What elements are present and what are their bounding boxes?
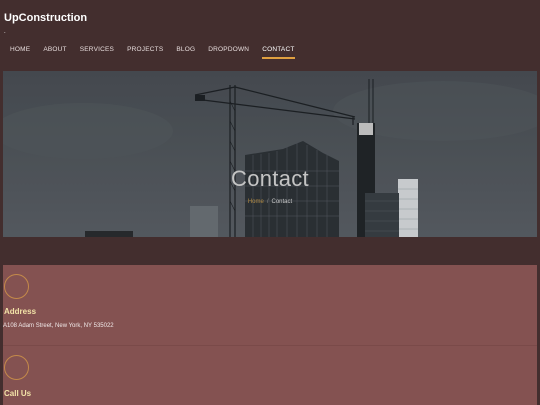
address-title: Address bbox=[4, 307, 37, 316]
site-logo[interactable]: UpConstruction bbox=[4, 12, 87, 24]
map-icon bbox=[4, 274, 29, 299]
nav-home[interactable]: HOME bbox=[10, 46, 30, 58]
nav-projects[interactable]: PROJECTS bbox=[127, 46, 163, 58]
address-text: A108 Adam Street, New York, NY 535022 bbox=[3, 323, 114, 329]
breadcrumb-current: Contact bbox=[271, 199, 293, 205]
address-card: Address A108 Adam Street, New York, NY 5… bbox=[3, 265, 537, 345]
nav-blog[interactable]: BLOG bbox=[176, 46, 195, 58]
phone-icon bbox=[4, 355, 29, 380]
breadcrumb-separator: / bbox=[266, 199, 269, 205]
main-nav: HOME ABOUT SERVICES PROJECTS BLOG DROPDO… bbox=[10, 46, 308, 59]
call-card: Call Us bbox=[3, 345, 537, 405]
breadcrumb: Home / Contact bbox=[3, 199, 537, 205]
construction-skyline-image bbox=[3, 71, 537, 237]
breadcrumb-home[interactable]: Home bbox=[248, 199, 264, 205]
nav-services[interactable]: SERVICES bbox=[80, 46, 114, 58]
header: UpConstruction . HOME ABOUT SERVICES PRO… bbox=[0, 0, 540, 68]
nav-about[interactable]: ABOUT bbox=[43, 46, 66, 58]
nav-dropdown[interactable]: DROPDOWN bbox=[208, 46, 249, 58]
hero-banner: Contact Home / Contact bbox=[3, 71, 537, 237]
logo-dot: . bbox=[4, 29, 6, 35]
contact-info-section: Address A108 Adam Street, New York, NY 5… bbox=[3, 265, 537, 405]
call-title: Call Us bbox=[4, 389, 32, 398]
page-title: Contact bbox=[231, 166, 309, 191]
nav-contact[interactable]: CONTACT bbox=[262, 46, 295, 59]
